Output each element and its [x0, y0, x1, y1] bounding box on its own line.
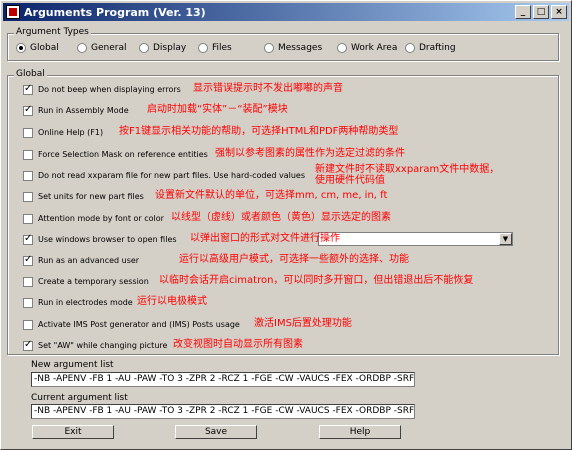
- option-force-selection-mask[interactable]: Force Selection Mask on reference entiti…: [23, 147, 208, 162]
- radio-drafting-label: Drafting: [419, 43, 456, 53]
- note-set-units: 设置新文件默认的单位，可选择mm, cm, me, in, ft: [155, 190, 388, 201]
- radio-messages-indicator[interactable]: [264, 43, 274, 53]
- checkbox-ims-post[interactable]: [23, 319, 33, 330]
- browser-dropdown[interactable]: ▼: [318, 232, 513, 246]
- note-electrodes-mode: 运行以电极模式: [137, 296, 207, 307]
- option-advanced-user-label: Run as an advanced user: [38, 256, 140, 265]
- checkbox-temporary-session[interactable]: [23, 276, 33, 287]
- option-set-aw[interactable]: Set "AW" while changing picture: [23, 338, 167, 353]
- new-argument-list-label: New argument list: [31, 360, 114, 370]
- note-no-xxparam: 新建文件时不读取xxparam文件中数据，: [315, 164, 500, 175]
- note-assembly-mode: 启动时加载“实体”－“装配”模块: [147, 104, 288, 115]
- checkbox-attention-mode[interactable]: [23, 213, 33, 224]
- checkbox-advanced-user[interactable]: [23, 254, 33, 266]
- global-label: Global: [14, 69, 47, 79]
- note-windows-browser: 以弹出窗口的形式对文件进行操作: [190, 233, 340, 244]
- radio-files-label: Files: [212, 43, 232, 53]
- option-set-aw-label: Set "AW" while changing picture: [38, 341, 168, 350]
- option-windows-browser[interactable]: Use windows browser to open files: [23, 232, 177, 247]
- help-button[interactable]: Help: [319, 425, 401, 439]
- radio-general[interactable]: General: [77, 42, 126, 54]
- option-electrodes-mode-label: Run in electrodes mode: [38, 298, 133, 307]
- window-controls: _ □ ×: [515, 5, 567, 19]
- radio-files-indicator[interactable]: [198, 43, 208, 53]
- radio-messages[interactable]: Messages: [264, 42, 322, 54]
- radio-work-area-indicator[interactable]: [337, 43, 347, 53]
- option-advanced-user[interactable]: Run as an advanced user: [23, 253, 139, 268]
- checkbox-force-selection-mask[interactable]: [23, 149, 33, 160]
- radio-display-indicator[interactable]: [139, 43, 149, 53]
- radio-global-label: Global: [30, 43, 59, 53]
- option-online-help[interactable]: Online Help (F1): [23, 125, 103, 140]
- exit-button[interactable]: Exit: [32, 425, 114, 439]
- radio-global[interactable]: Global: [16, 42, 59, 54]
- app-icon: [6, 5, 20, 19]
- checkbox-no-beep[interactable]: [23, 83, 33, 95]
- option-no-xxparam-label: Do not read xxparam file for new part fi…: [38, 171, 306, 180]
- checkbox-assembly-mode[interactable]: [23, 104, 33, 116]
- note-advanced-user: 运行以高级用户模式，可选择一些额外的选择、功能: [179, 254, 409, 265]
- option-attention-mode[interactable]: Attention mode by font or color: [23, 211, 164, 226]
- note-ims-post: 激活IMS后置处理功能: [254, 318, 352, 329]
- note-temporary-session: 以临时会话开启cimatron，可以同时多开窗口，但出错退出后不能恢复: [159, 275, 474, 286]
- option-electrodes-mode[interactable]: Run in electrodes mode: [23, 295, 133, 310]
- radio-drafting-indicator[interactable]: [405, 43, 415, 53]
- option-temporary-session-label: Create a temporary session: [38, 277, 149, 286]
- option-online-help-label: Online Help (F1): [38, 128, 104, 137]
- checkbox-set-units[interactable]: [23, 191, 33, 202]
- radio-work-area-label: Work Area: [351, 43, 398, 53]
- option-no-beep-label: Do not beep when displaying errors: [38, 85, 181, 94]
- option-set-units-label: Set units for new part files: [38, 192, 144, 201]
- option-ims-post-label: Activate IMS Post generator and (IMS) Po…: [38, 320, 240, 329]
- radio-global-indicator[interactable]: [16, 43, 26, 53]
- current-argument-list-label: Current argument list: [31, 393, 128, 403]
- radio-files[interactable]: Files: [198, 42, 232, 54]
- radio-drafting[interactable]: Drafting: [405, 42, 456, 54]
- radio-work-area[interactable]: Work Area: [337, 42, 397, 54]
- title-bar[interactable]: Arguments Program (Ver. 13) _ □ ×: [3, 3, 569, 21]
- option-set-units[interactable]: Set units for new part files: [23, 189, 144, 204]
- option-assembly-mode-label: Run in Assembly Mode: [38, 106, 129, 115]
- note-set-aw: 改变视图时自动显示所有图素: [173, 339, 303, 350]
- radio-display-label: Display: [153, 43, 187, 53]
- note-force-selection-mask: 强制以参考图素的属性作为选定过滤的条件: [215, 148, 405, 159]
- checkbox-set-aw[interactable]: [23, 339, 33, 351]
- radio-display[interactable]: Display: [139, 42, 186, 54]
- maximize-button[interactable]: □: [533, 5, 549, 19]
- radio-general-label: General: [91, 43, 127, 53]
- note-no-beep: 显示错误提示时不发出嘟嘟的声音: [193, 83, 343, 94]
- option-ims-post[interactable]: Activate IMS Post generator and (IMS) Po…: [23, 317, 240, 332]
- option-force-selection-mask-label: Force Selection Mask on reference entiti…: [38, 150, 208, 159]
- close-button[interactable]: ×: [551, 5, 567, 19]
- note-no-xxparam-line2: 使用硬件代码值: [315, 175, 385, 186]
- note-online-help: 按F1键显示相关功能的帮助，可选择HTML和PDF两种帮助类型: [119, 126, 399, 137]
- option-temporary-session[interactable]: Create a temporary session: [23, 274, 149, 289]
- argument-types-label: Argument Types: [14, 27, 91, 37]
- option-no-xxparam[interactable]: Do not read xxparam file for new part fi…: [23, 168, 305, 183]
- option-attention-mode-label: Attention mode by font or color: [38, 214, 164, 223]
- checkbox-no-xxparam[interactable]: [23, 170, 33, 181]
- checkbox-electrodes-mode[interactable]: [23, 297, 33, 308]
- arguments-window: Arguments Program (Ver. 13) _ □ × Argume…: [0, 0, 572, 450]
- window-title: Arguments Program (Ver. 13): [24, 5, 206, 19]
- new-argument-list-field[interactable]: -NB -APENV -FB 1 -AU -PAW -TO 3 -ZPR 2 -…: [31, 372, 415, 387]
- option-assembly-mode[interactable]: Run in Assembly Mode: [23, 103, 129, 118]
- minimize-button[interactable]: _: [515, 5, 531, 19]
- radio-messages-label: Messages: [278, 43, 323, 53]
- checkbox-windows-browser[interactable]: [23, 233, 33, 245]
- radio-general-indicator[interactable]: [77, 43, 87, 53]
- option-no-beep[interactable]: Do not beep when displaying errors: [23, 82, 181, 97]
- option-windows-browser-label: Use windows browser to open files: [38, 235, 177, 244]
- current-argument-list-field[interactable]: -NB -APENV -FB 1 -AU -PAW -TO 3 -ZPR 2 -…: [31, 404, 415, 419]
- checkbox-online-help[interactable]: [23, 127, 33, 138]
- note-attention-mode: 以线型（虚线）或者颜色（黄色）显示选定的图素: [171, 212, 391, 223]
- save-button[interactable]: Save: [175, 425, 257, 439]
- chevron-down-icon[interactable]: ▼: [499, 233, 512, 245]
